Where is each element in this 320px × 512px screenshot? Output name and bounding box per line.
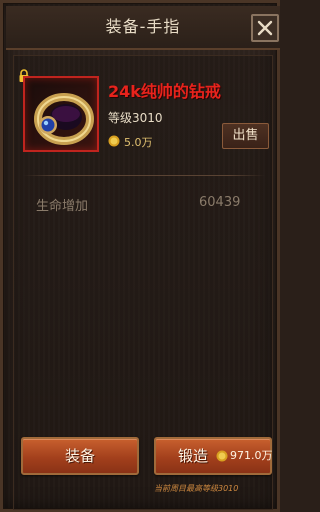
divider xyxy=(23,175,265,176)
item-level: 等级3010 xyxy=(108,111,163,125)
item-name: 24k纯帅的钻戒 xyxy=(108,82,221,101)
coin-icon xyxy=(216,450,228,462)
sell-button[interactable]: 出售 xyxy=(222,123,269,149)
equipment-dialog: 装备-手指 24k纯帅的钻戒 等级3010 5.0万 出售 生命增加 60439 xyxy=(0,0,280,512)
dialog-header: 装备-手指 xyxy=(6,6,280,50)
item-slot[interactable] xyxy=(23,76,99,152)
dialog-title: 装备-手指 xyxy=(105,17,181,36)
coin-icon xyxy=(108,135,120,147)
ring-icon xyxy=(34,93,94,145)
equip-button[interactable]: 装备 xyxy=(21,437,139,475)
close-button[interactable] xyxy=(251,14,279,42)
equip-button-label: 装备 xyxy=(64,447,95,465)
max-level-note: 当前周目最高等级3010 xyxy=(154,484,239,493)
close-icon xyxy=(257,20,273,36)
forge-button[interactable]: 锻造 971.0万 xyxy=(154,437,273,475)
forge-cost: 971.0万 xyxy=(230,449,273,462)
forge-button-label: 锻造 xyxy=(178,447,209,465)
stat-value: 60439 xyxy=(199,195,241,210)
stat-label: 生命增加 xyxy=(36,199,89,214)
item-price: 5.0万 xyxy=(124,136,153,149)
